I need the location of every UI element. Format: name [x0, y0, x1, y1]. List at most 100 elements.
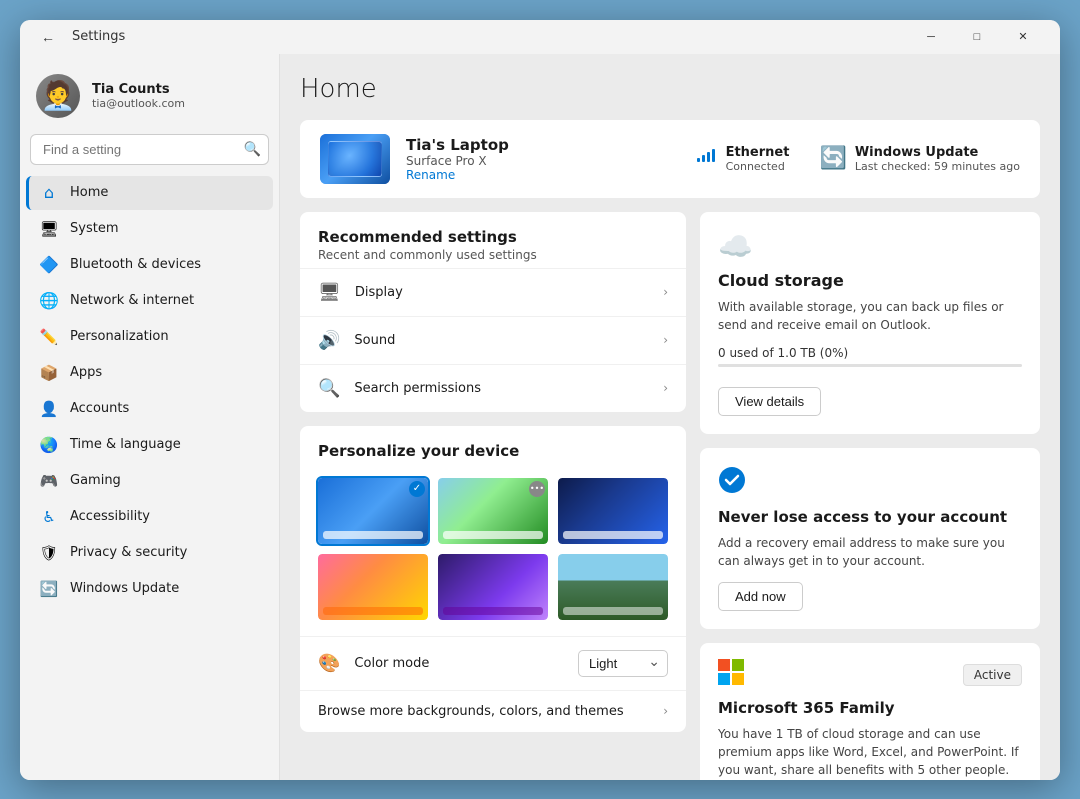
- m365-header: Active: [718, 659, 1022, 691]
- search-icon: 🔍: [244, 141, 261, 157]
- main-content: 🧑‍💼 Tia Counts tia@outlook.com 🔍 ⌂ Home: [20, 54, 1060, 780]
- color-mode-icon: 🎨: [318, 653, 340, 674]
- sidebar-label-personalization: Personalization: [70, 329, 169, 344]
- wallpaper-4[interactable]: [316, 552, 430, 622]
- account-card-content: Never lose access to your account Add a …: [700, 448, 1040, 629]
- wp-checkmark-2: •••: [529, 481, 545, 497]
- search-perm-label: Search permissions: [354, 381, 663, 396]
- wallpaper-1-preview: ✓: [318, 478, 428, 544]
- browse-backgrounds-row[interactable]: Browse more backgrounds, colors, and the…: [300, 690, 686, 732]
- sound-setting-row[interactable]: 🔊 Sound ›: [300, 316, 686, 364]
- ethernet-status: Ethernet Connected: [694, 144, 790, 173]
- user-name: Tia Counts: [92, 82, 185, 97]
- wp-bar-2: [443, 531, 543, 539]
- two-column-layout: Recommended settings Recent and commonly…: [300, 212, 1040, 780]
- sidebar-item-apps[interactable]: 📦 Apps: [26, 356, 273, 390]
- minimize-button[interactable]: ─: [908, 20, 954, 54]
- browse-label: Browse more backgrounds, colors, and the…: [318, 704, 663, 719]
- wallpaper-5[interactable]: [436, 552, 550, 622]
- back-button[interactable]: ←: [34, 23, 62, 51]
- ethernet-sub: Connected: [726, 160, 790, 173]
- window-controls: ─ □ ✕: [908, 20, 1046, 54]
- user-info: Tia Counts tia@outlook.com: [92, 82, 185, 110]
- sidebar-label-accessibility: Accessibility: [70, 509, 150, 524]
- wallpaper-1[interactable]: ✓: [316, 476, 430, 546]
- m365-title: Microsoft 365 Family: [718, 699, 1022, 717]
- wallpaper-6-preview: [558, 554, 668, 620]
- sidebar-label-gaming: Gaming: [70, 473, 121, 488]
- sidebar-label-accounts: Accounts: [70, 401, 129, 416]
- ethernet-icon: [694, 144, 718, 173]
- sidebar-item-bluetooth[interactable]: 🔷 Bluetooth & devices: [26, 248, 273, 282]
- device-rename-link[interactable]: Rename: [406, 168, 678, 182]
- network-icon: 🌐: [40, 292, 58, 310]
- update-label: Windows Update: [855, 145, 1020, 160]
- cloud-card-content: ☁️ Cloud storage With available storage,…: [700, 212, 1040, 434]
- sidebar-label-system: System: [70, 221, 118, 236]
- wallpaper-grid: ✓ •••: [300, 466, 686, 636]
- color-mode-label: Color mode: [354, 656, 578, 671]
- search-perm-row[interactable]: 🔍 Search permissions ›: [300, 364, 686, 412]
- accounts-icon: 👤: [40, 400, 58, 418]
- sidebar-item-privacy[interactable]: 🛡 Privacy & security: [26, 536, 273, 570]
- storage-bar-bg: [718, 364, 1022, 367]
- bluetooth-icon: 🔷: [40, 256, 58, 274]
- gaming-icon: 🎮: [40, 472, 58, 490]
- wallpaper-3[interactable]: [556, 476, 670, 546]
- search-perm-chevron: ›: [663, 381, 668, 395]
- display-setting-row[interactable]: 🖥 Display ›: [300, 268, 686, 316]
- cloud-title: Cloud storage: [718, 271, 1022, 290]
- wp-bar: [323, 531, 423, 539]
- sidebar-label-bluetooth: Bluetooth & devices: [70, 257, 201, 272]
- sidebar-item-accessibility[interactable]: ♿ Accessibility: [26, 500, 273, 534]
- wp-checkmark: ✓: [409, 481, 425, 497]
- view-details-button[interactable]: View details: [718, 387, 821, 416]
- account-title: Never lose access to your account: [718, 508, 1022, 526]
- back-icon: ←: [41, 29, 55, 45]
- sidebar-item-gaming[interactable]: 🎮 Gaming: [26, 464, 273, 498]
- apps-icon: 📦: [40, 364, 58, 382]
- wallpaper-2[interactable]: •••: [436, 476, 550, 546]
- page-title: Home: [300, 74, 1040, 104]
- sidebar-item-system[interactable]: 🖥 System: [26, 212, 273, 246]
- sound-chevron: ›: [663, 333, 668, 347]
- cloud-description: With available storage, you can back up …: [718, 298, 1022, 334]
- sidebar-item-update[interactable]: 🔄 Windows Update: [26, 572, 273, 606]
- m365-description: You have 1 TB of cloud storage and can u…: [718, 725, 1022, 779]
- search-button[interactable]: 🔍: [244, 141, 261, 158]
- wp-bar-5: [443, 607, 543, 615]
- sidebar-item-network[interactable]: 🌐 Network & internet: [26, 284, 273, 318]
- device-bar: Tia's Laptop Surface Pro X Rename Ethern…: [300, 120, 1040, 198]
- sidebar-item-personalization[interactable]: ✏️ Personalization: [26, 320, 273, 354]
- search-perm-icon: 🔍: [318, 378, 340, 399]
- right-column: ☁️ Cloud storage With available storage,…: [700, 212, 1040, 780]
- display-chevron: ›: [663, 285, 668, 299]
- wallpaper-6[interactable]: [556, 552, 670, 622]
- left-column: Recommended settings Recent and commonly…: [300, 212, 686, 780]
- device-info: Tia's Laptop Surface Pro X Rename: [406, 136, 678, 182]
- user-profile: 🧑‍💼 Tia Counts tia@outlook.com: [20, 64, 279, 134]
- recommended-subtitle: Recent and commonly used settings: [318, 248, 668, 262]
- cloud-storage-card: ☁️ Cloud storage With available storage,…: [700, 212, 1040, 434]
- avatar-image: 🧑‍💼: [41, 79, 76, 112]
- maximize-button[interactable]: □: [954, 20, 1000, 54]
- display-icon: 🖥: [318, 282, 341, 303]
- windows-update-status: 🔄 Windows Update Last checked: 59 minute…: [819, 144, 1020, 173]
- device-thumbnail: [320, 134, 390, 184]
- personalize-title: Personalize your device: [318, 442, 668, 460]
- device-model: Surface Pro X: [406, 154, 678, 168]
- update-sub: Last checked: 59 minutes ago: [855, 160, 1020, 173]
- close-button[interactable]: ✕: [1000, 20, 1046, 54]
- search-input[interactable]: [30, 134, 269, 165]
- sound-label: Sound: [354, 333, 663, 348]
- recommended-title: Recommended settings: [318, 228, 668, 246]
- color-mode-select[interactable]: Light Dark Custom: [578, 650, 668, 677]
- m365-card-content: Active Microsoft 365 Family You have 1 T…: [700, 643, 1040, 780]
- sidebar-item-time[interactable]: 🌏 Time & language: [26, 428, 273, 462]
- wp-bar-4: [323, 607, 423, 615]
- wallpaper-2-preview: •••: [438, 478, 548, 544]
- system-icon: 🖥: [40, 220, 58, 238]
- sidebar-item-home[interactable]: ⌂ Home: [26, 176, 273, 210]
- add-now-button[interactable]: Add now: [718, 582, 803, 611]
- sidebar-item-accounts[interactable]: 👤 Accounts: [26, 392, 273, 426]
